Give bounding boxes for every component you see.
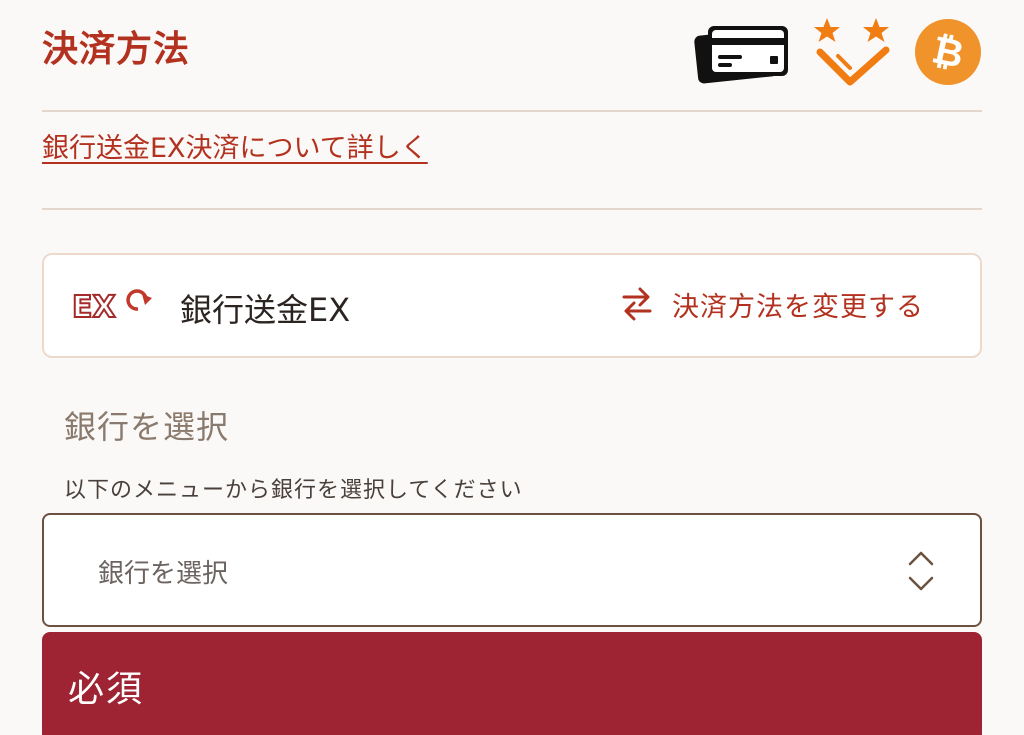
bitcoin-icon: ₿ (915, 19, 981, 85)
header-divider (42, 110, 982, 112)
ex-logo-icon: EX (72, 289, 152, 323)
page-title: 決済方法 (42, 29, 191, 70)
ex-details-link[interactable]: 銀行送金EX決済について詳しく (42, 126, 428, 165)
ex-logo-text: EX (72, 290, 116, 323)
change-method-button[interactable]: 決済方法を変更する (620, 281, 924, 327)
selected-method-card: EX 銀行送金EX 決済方法を変更する (42, 253, 982, 358)
payment-method-page: 決済方法 ₿ 銀行送金EX決済について詳しく EX 銀行送金EX 決済方法を変更… (0, 0, 1024, 735)
section-divider (42, 208, 982, 210)
chevron-updown-icon (908, 551, 934, 591)
points-icon (814, 18, 890, 86)
bank-section-title: 銀行を選択 (64, 408, 230, 446)
method-name: 銀行送金EX (180, 291, 351, 329)
required-banner: 必須 (42, 632, 982, 735)
credit-card-icon (694, 26, 788, 84)
required-label: 必須 (68, 669, 145, 710)
bank-select-value: 銀行を選択 (98, 559, 229, 589)
swap-arrows-icon (622, 287, 652, 321)
change-method-label: 決済方法を変更する (672, 291, 924, 323)
bank-select-dropdown[interactable]: 銀行を選択 (42, 513, 982, 627)
bank-section-description: 以下のメニューから銀行を選択してください (64, 478, 523, 503)
